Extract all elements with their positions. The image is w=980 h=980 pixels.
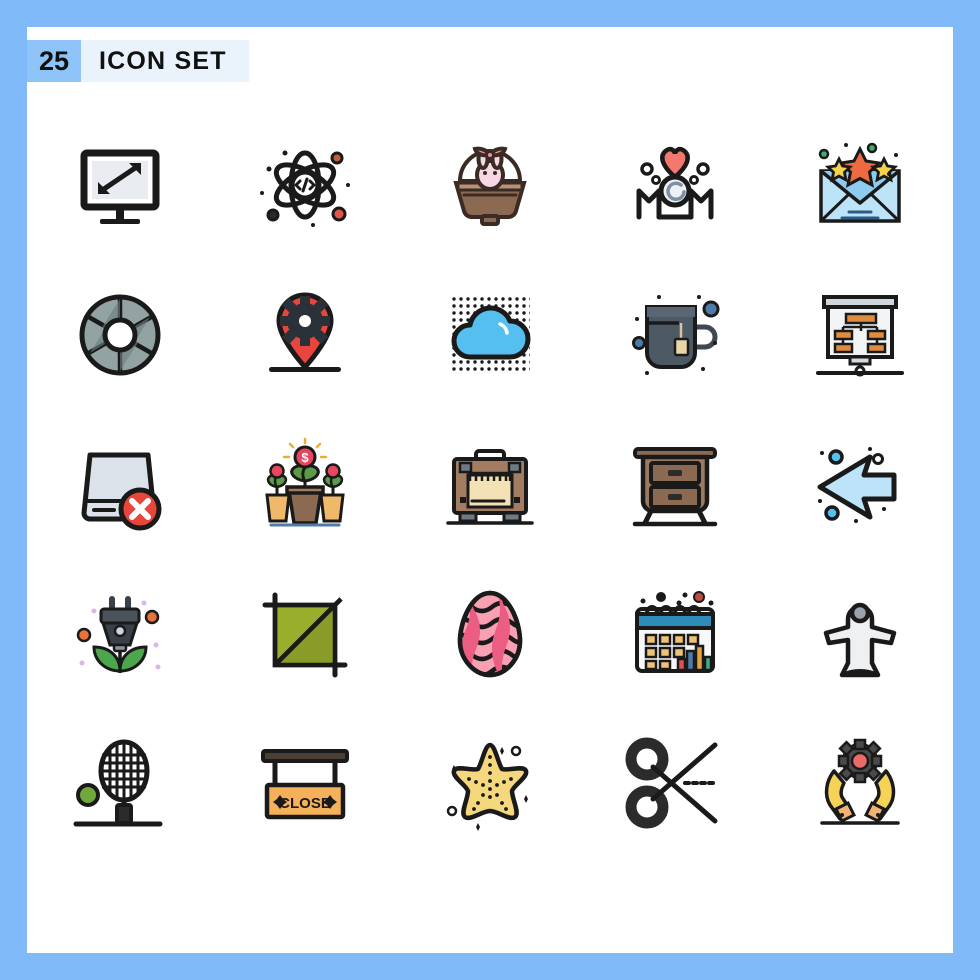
icon-cell-scissors[interactable] bbox=[583, 710, 768, 860]
icon-cell-close-sign[interactable]: CLOSE bbox=[212, 710, 397, 860]
cloud-halftone-icon bbox=[449, 297, 531, 373]
nightstand-drawers-icon bbox=[632, 447, 718, 527]
icon-grid: $ CLOSE bbox=[27, 110, 953, 860]
scissors-icon bbox=[625, 737, 718, 829]
icon-cell-tea-mug[interactable] bbox=[583, 260, 768, 410]
camera-aperture-icon bbox=[79, 294, 161, 376]
icon-cell-statue-figure[interactable] bbox=[768, 560, 953, 710]
toolbox-case-icon bbox=[446, 449, 534, 525]
location-pin-gear-icon bbox=[268, 292, 341, 372]
hard-drive-delete-icon bbox=[81, 452, 162, 531]
hands-gear-support-icon bbox=[820, 738, 901, 825]
tea-mug-icon bbox=[632, 295, 720, 375]
icon-cell-aperture[interactable] bbox=[27, 260, 212, 410]
statue-figure-icon bbox=[824, 602, 897, 678]
icon-cell-arrow-left[interactable] bbox=[768, 410, 953, 560]
arrow-left-icon bbox=[817, 447, 897, 523]
icon-cell-tennis-racket[interactable] bbox=[27, 710, 212, 860]
icon-cell-toolbox[interactable] bbox=[397, 410, 582, 560]
icon-cell-screen-size[interactable] bbox=[27, 110, 212, 260]
easter-basket-bunny-icon bbox=[453, 146, 527, 226]
icon-cell-money-plant[interactable]: $ bbox=[212, 410, 397, 560]
starfish-icon bbox=[446, 742, 529, 831]
header-bar: 25 ICON SET bbox=[27, 40, 249, 82]
icon-cell-mail-stars[interactable] bbox=[768, 110, 953, 260]
icon-cell-cloud-dots[interactable] bbox=[397, 260, 582, 410]
crop-tool-icon bbox=[262, 592, 348, 678]
icon-cell-nightstand[interactable] bbox=[583, 410, 768, 560]
tennis-racket-icon bbox=[73, 739, 163, 827]
icon-cell-hands-gear[interactable] bbox=[768, 710, 953, 860]
mom-heart-icon bbox=[636, 146, 714, 220]
icon-cell-starfish[interactable] bbox=[397, 710, 582, 860]
icon-cell-easter-egg[interactable] bbox=[397, 560, 582, 710]
page-frame: 25 ICON SET $ CLOSE bbox=[0, 0, 980, 980]
icon-cell-presentation-chart[interactable] bbox=[768, 260, 953, 410]
icon-cell-location-gear[interactable] bbox=[212, 260, 397, 410]
icon-cell-easter-basket[interactable] bbox=[397, 110, 582, 260]
svg-text:$: $ bbox=[301, 450, 309, 465]
page-title: ICON SET bbox=[81, 40, 249, 82]
close-shop-sign-icon: CLOSE bbox=[260, 749, 349, 820]
close-sign-label: CLOSE bbox=[279, 795, 331, 812]
monitor-screen-size-icon bbox=[80, 149, 160, 224]
atom-code-icon bbox=[259, 150, 350, 227]
icon-cell-atom-code[interactable] bbox=[212, 110, 397, 260]
icon-count-badge: 25 bbox=[27, 40, 81, 82]
icon-cell-eco-plug[interactable] bbox=[27, 560, 212, 710]
eco-power-plug-icon bbox=[76, 596, 161, 673]
presentation-flowchart-icon bbox=[816, 295, 905, 377]
icon-cell-crop-tool[interactable] bbox=[212, 560, 397, 710]
money-plant-icon: $ bbox=[265, 437, 345, 527]
icon-cell-mom-heart[interactable] bbox=[583, 110, 768, 260]
icon-cell-drive-delete[interactable] bbox=[27, 410, 212, 560]
calendar-chart-icon bbox=[635, 591, 716, 673]
icon-cell-calendar-chart[interactable] bbox=[583, 560, 768, 710]
easter-egg-icon bbox=[457, 590, 523, 678]
mail-stars-icon bbox=[819, 142, 902, 223]
